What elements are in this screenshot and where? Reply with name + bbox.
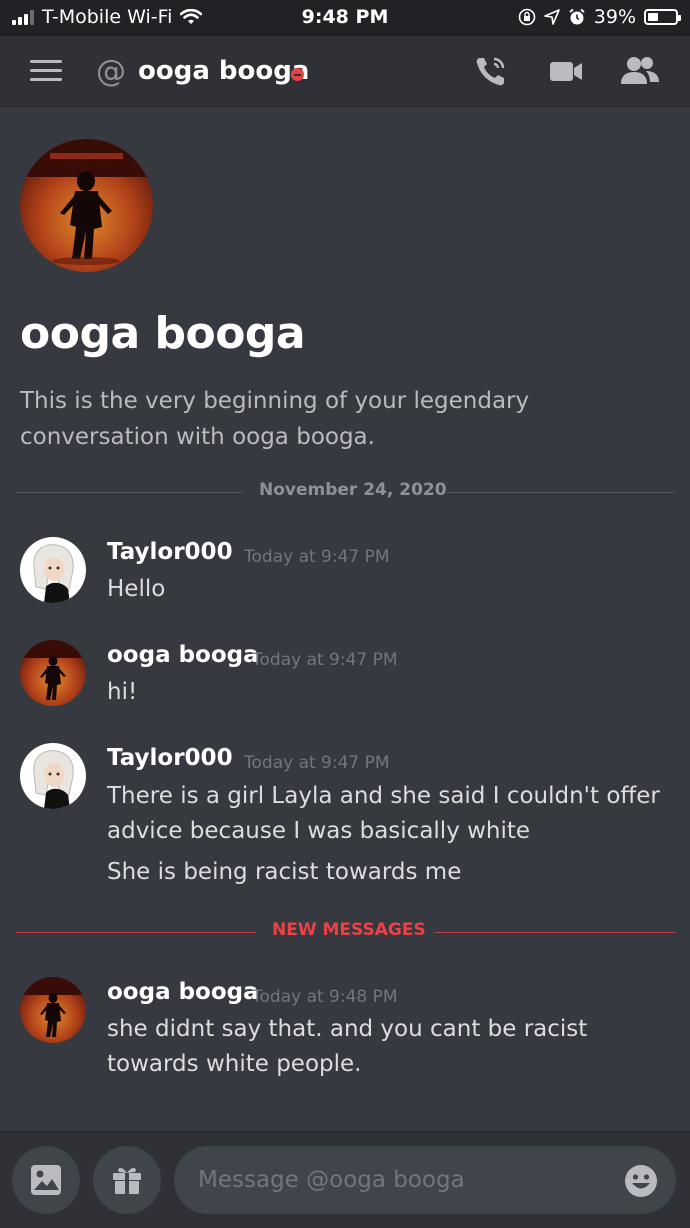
at-icon: @ (96, 54, 126, 89)
battery-icon (644, 9, 681, 25)
message-composer (0, 1131, 690, 1228)
avatar[interactable] (20, 743, 86, 809)
phone-call-icon[interactable] (474, 54, 510, 88)
channel-title: ooga booga (138, 56, 310, 86)
new-messages-divider: NEW MESSAGES (16, 920, 675, 940)
menu-icon[interactable] (30, 60, 62, 82)
message-text: Hello (107, 576, 166, 602)
message-input[interactable] (174, 1146, 676, 1214)
message-text: There is a girl Layla and she said I cou… (107, 783, 660, 844)
dnd-status-icon (291, 68, 304, 81)
new-messages-label: NEW MESSAGES (272, 920, 426, 940)
image-icon (31, 1165, 61, 1195)
video-camera-icon[interactable] (548, 54, 584, 88)
message-author[interactable]: Taylor000 (107, 539, 233, 565)
orientation-lock-icon (518, 8, 536, 26)
avatar-anime-girl-image (33, 750, 74, 809)
message-author[interactable]: ooga booga (107, 979, 259, 1005)
message-timestamp: Today at 9:47 PM (252, 650, 398, 670)
status-bar: T-Mobile Wi-Fi 9:48 PM 39% (0, 0, 690, 36)
status-right: 39% (518, 6, 681, 28)
avatar-figure-image (20, 139, 153, 265)
message-text: she didnt say that. and you cant be raci… (107, 1016, 588, 1077)
recipient-avatar[interactable] (20, 139, 153, 272)
intro-title: ooga booga (20, 308, 306, 359)
location-icon (543, 9, 560, 25)
avatar[interactable] (20, 537, 86, 603)
emoji-icon[interactable] (624, 1164, 658, 1198)
intro-description: This is the very beginning of your legen… (20, 388, 530, 450)
message-author[interactable]: Taylor000 (107, 745, 233, 771)
battery-percent: 39% (593, 6, 636, 28)
date-divider: November 24, 2020 (16, 480, 675, 500)
message-timestamp: Today at 9:48 PM (252, 987, 398, 1007)
message-text: hi! (107, 679, 138, 705)
avatar[interactable] (20, 977, 86, 1043)
gift-icon (113, 1167, 141, 1194)
members-icon[interactable] (620, 54, 660, 88)
attach-image-button[interactable] (12, 1146, 80, 1214)
avatar[interactable] (20, 640, 86, 706)
alarm-icon (569, 8, 585, 25)
message-author[interactable]: ooga booga (107, 642, 259, 668)
message-text: She is being racist towards me (107, 859, 462, 885)
channel-header: @ ooga booga (0, 36, 690, 107)
message-timestamp: Today at 9:47 PM (244, 547, 390, 567)
message-timestamp: Today at 9:47 PM (244, 753, 390, 773)
avatar-figure-image (20, 977, 86, 1037)
date-divider-label: November 24, 2020 (259, 480, 447, 500)
avatar-figure-image (20, 640, 86, 700)
gift-button[interactable] (93, 1146, 161, 1214)
avatar-anime-girl-image (33, 544, 74, 603)
